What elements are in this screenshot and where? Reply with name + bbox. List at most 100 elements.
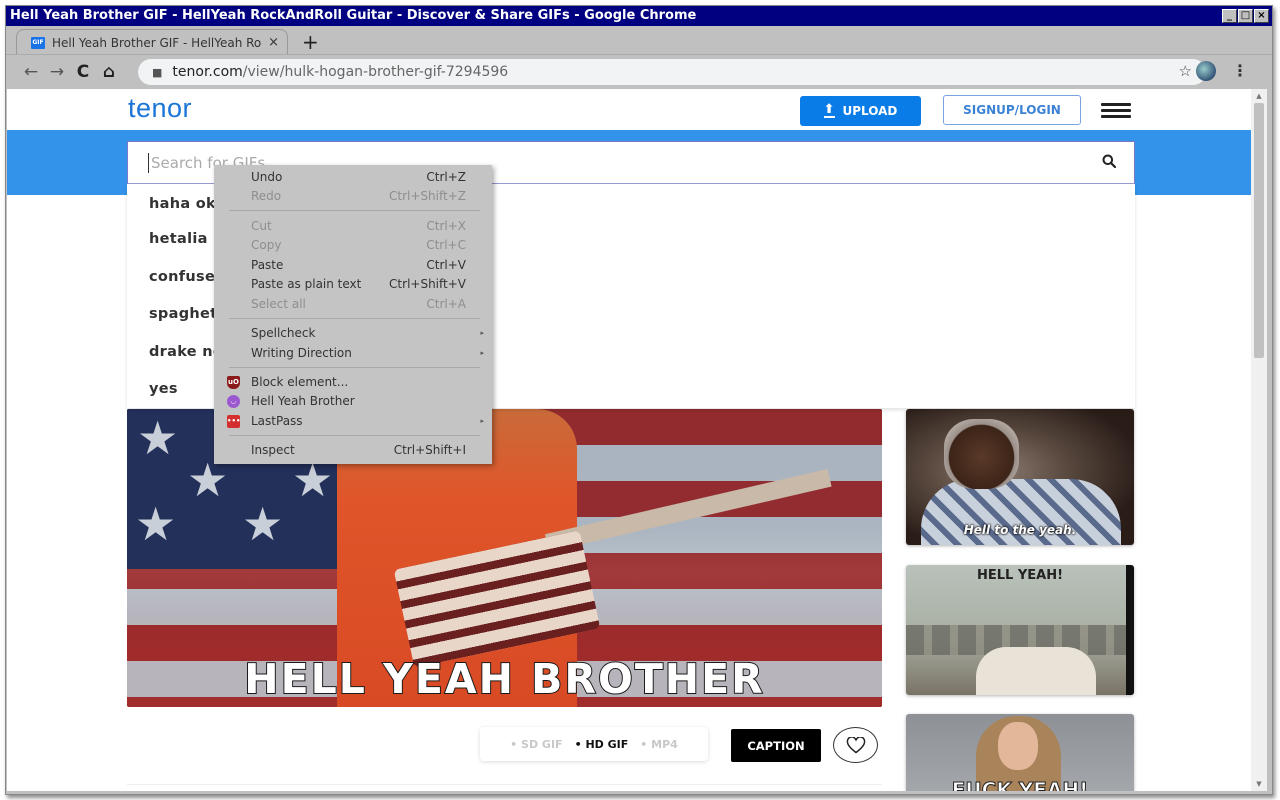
suggestion-item[interactable]: hetalia [149,231,208,247]
menu-shortcut: Ctrl+C [426,238,466,252]
menu-item-paste[interactable]: Paste Ctrl+V [214,256,492,275]
star-shape: ★ [137,411,179,465]
menu-item-select-all[interactable]: Select all Ctrl+A [214,295,492,314]
lastpass-icon: ••• [227,415,240,428]
hamburger-menu-icon[interactable] [1101,103,1131,118]
browser-window: Hell Yeah Brother GIF - HellYeah RockAnd… [5,5,1273,795]
window-title: Hell Yeah Brother GIF - HellYeah RockAnd… [10,8,697,23]
format-mp4[interactable]: • MP4 [640,738,678,751]
menu-item-writing-direction[interactable]: Writing Direction ▸ [214,344,492,363]
format-hd-gif[interactable]: • HD GIF [575,738,629,751]
thumb-art [1126,565,1134,695]
format-label: HD GIF [585,737,629,751]
scroll-thumb[interactable] [1254,103,1264,358]
lock-icon: ■ [152,65,163,79]
url-path: /view/hulk-hogan-brother-gif-7294596 [242,64,509,80]
close-window-button[interactable]: × [1254,9,1269,23]
minimize-button[interactable]: _ [1222,9,1237,23]
menu-shortcut: Ctrl+Shift+I [393,443,466,457]
back-icon[interactable]: ← [18,62,44,82]
home-icon[interactable]: ⌂ [96,62,122,82]
menu-item-undo[interactable]: Undo Ctrl+Z [214,168,492,187]
upload-label: UPLOAD [842,104,898,118]
search-icon[interactable] [1102,154,1116,168]
menu-item-spellcheck[interactable]: Spellcheck ▸ [214,324,492,343]
menu-separator [229,367,480,368]
menu-item-hell-yeah-brother[interactable]: ◡ Hell Yeah Brother [214,392,492,411]
menu-label: Redo [251,189,282,203]
menu-shortcut: Ctrl+X [426,219,466,233]
related-gif[interactable]: HELL YEAH! [906,565,1134,695]
signup-login-button[interactable]: SIGNUP/LOGIN [943,95,1081,125]
window-titlebar[interactable]: Hell Yeah Brother GIF - HellYeah RockAnd… [6,6,1272,26]
related-gif-caption: FUCK YEAH! [951,778,1089,792]
address-bar[interactable]: ■ tenor.com/view/hulk-hogan-brother-gif-… [138,59,1206,85]
related-gif[interactable]: FUCK YEAH! [906,714,1134,791]
close-tab-icon[interactable]: × [268,35,279,50]
context-menu: Undo Ctrl+Z Redo Ctrl+Shift+Z Cut Ctrl+X… [214,165,492,464]
scroll-down-icon[interactable]: ▼ [1251,777,1267,791]
menu-shortcut: Ctrl+Z [426,170,466,184]
menu-item-copy[interactable]: Copy Ctrl+C [214,236,492,255]
page-viewport: tenor ⬆ UPLOAD SIGNUP/LOGIN haha ok heta… [7,89,1251,791]
format-selector: • SD GIF • HD GIF • MP4 [480,727,708,761]
menu-shortcut: Ctrl+Shift+Z [389,189,466,203]
format-sd-gif[interactable]: • SD GIF [510,738,562,751]
chrome-menu-icon[interactable]: ⋮ [1232,61,1248,80]
menu-item-cut[interactable]: Cut Ctrl+X [214,217,492,236]
menu-label: Hell Yeah Brother [251,394,355,408]
menu-item-redo[interactable]: Redo Ctrl+Shift+Z [214,187,492,206]
bookmark-star-icon[interactable]: ☆ [1179,62,1192,80]
reload-icon[interactable]: C [70,62,96,82]
related-gif-caption: HELL YEAH! [976,568,1064,583]
favorite-button[interactable] [833,727,878,763]
menu-shortcut: Ctrl+V [426,258,466,272]
menu-separator [229,435,480,436]
menu-label: Cut [251,219,272,233]
star-shape: ★ [135,497,177,551]
browser-tab[interactable]: GIF Hell Yeah Brother GIF - HellYeah Roc… [16,29,288,55]
browser-toolbar: ← → C ⌂ ■ tenor.com/view/hulk-hogan-brot… [6,54,1272,88]
maximize-button[interactable]: □ [1238,9,1253,23]
caption-button[interactable]: CAPTION [731,729,821,762]
menu-label: Select all [251,297,306,311]
upload-arrow-icon: ⬆ [823,102,835,118]
menu-label: Writing Direction [251,346,352,360]
menu-shortcut: Ctrl+Shift+V [389,277,466,291]
suggestion-item[interactable]: yes [149,381,178,397]
menu-separator [229,210,480,211]
submenu-arrow-icon: ▸ [480,349,484,357]
gif-caption: HELL YEAH BROTHER [243,654,765,704]
heart-icon [846,736,865,753]
suggestion-item[interactable]: drake no [149,344,223,360]
profile-avatar[interactable] [1196,61,1216,81]
format-label: MP4 [651,737,678,751]
related-gif[interactable]: Hell to the yeah. [906,409,1134,545]
menu-label: Spellcheck [251,326,316,340]
tab-strip: GIF Hell Yeah Brother GIF - HellYeah Roc… [6,26,1272,55]
page-scrollbar[interactable]: ▲ ▼ [1251,89,1267,791]
menu-separator [229,318,480,319]
menu-item-lastpass[interactable]: ••• LastPass ▸ [214,412,492,431]
url-host: tenor.com [172,64,243,80]
menu-label: Block element... [251,375,349,389]
forward-icon[interactable]: → [44,62,70,82]
menu-item-block-element[interactable]: uO Block element... [214,373,492,392]
thumb-art [944,419,1019,489]
menu-item-inspect[interactable]: Inspect Ctrl+Shift+I [214,441,492,460]
menu-label: Undo [251,170,283,184]
tenor-logo[interactable]: tenor [128,93,192,124]
suggestion-item[interactable]: haha ok [149,196,216,212]
submenu-arrow-icon: ▸ [480,329,484,337]
related-gif-caption: Hell to the yeah. [963,523,1077,537]
tenor-favicon-icon: GIF [31,36,45,49]
new-tab-button[interactable]: + [302,30,319,54]
thumb-art [998,722,1038,770]
menu-label: Copy [251,238,282,252]
divider [127,784,882,785]
upload-button[interactable]: ⬆ UPLOAD [800,96,921,126]
menu-item-paste-plain[interactable]: Paste as plain text Ctrl+Shift+V [214,275,492,294]
scroll-up-icon[interactable]: ▲ [1251,89,1267,103]
devil-emoji-icon: ◡ [227,395,240,408]
menu-label: Inspect [251,443,295,457]
